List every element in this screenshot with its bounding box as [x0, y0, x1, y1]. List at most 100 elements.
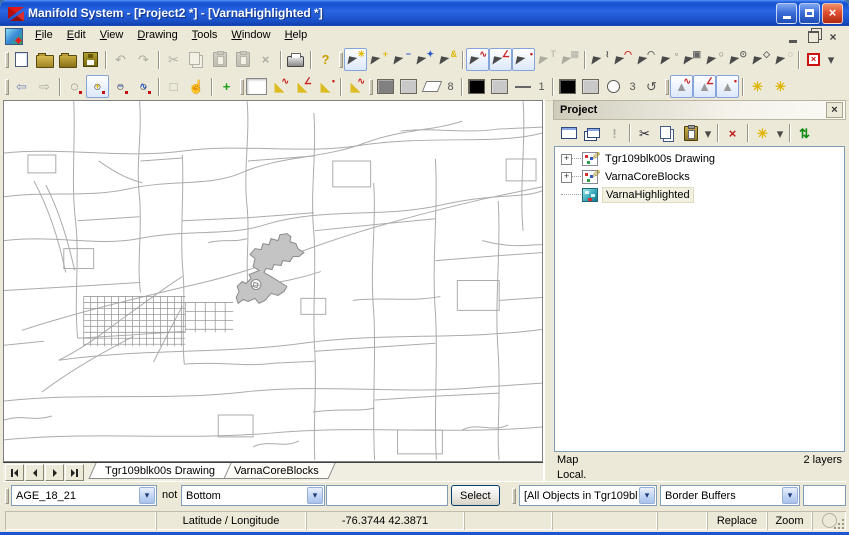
zoom-fit-button[interactable]: ○∿	[132, 75, 155, 98]
select-lasso-areas-button[interactable]: ◤◠	[611, 48, 634, 71]
format-areas-button[interactable]: ◣∿	[268, 75, 291, 98]
snap-button[interactable]: +	[215, 75, 238, 98]
save-button[interactable]	[79, 48, 102, 71]
open-component-button[interactable]	[580, 122, 603, 145]
create-component-dropdown[interactable]: ▾	[774, 122, 786, 145]
copy-button[interactable]	[656, 122, 679, 145]
line-foreground-swatch[interactable]	[465, 75, 488, 98]
area-background-swatch[interactable]	[397, 75, 420, 98]
last-tab-button[interactable]	[65, 464, 84, 481]
area-style-button[interactable]	[420, 75, 443, 98]
forward-button[interactable]: ⇨	[33, 75, 56, 98]
open-button[interactable]	[33, 48, 56, 71]
open-window-button[interactable]	[557, 122, 580, 145]
refresh-button[interactable]: ⇅	[793, 122, 816, 145]
select-poly-button[interactable]: ◤◌	[772, 48, 795, 71]
print-button[interactable]	[284, 48, 307, 71]
back-button[interactable]: ⇦	[10, 75, 33, 98]
create-component-button[interactable]: ✳	[751, 122, 774, 145]
select-add-button[interactable]: ◤+	[367, 48, 390, 71]
select-new-button[interactable]: ◤✳	[344, 48, 367, 71]
toolbar-grip[interactable]	[663, 76, 670, 98]
menu-view[interactable]: View	[93, 26, 131, 46]
toolbar-grip[interactable]	[3, 76, 10, 98]
zoom-box-button[interactable]: □	[162, 75, 185, 98]
next-tab-button[interactable]	[45, 464, 64, 481]
undo-button[interactable]: ↶	[109, 48, 132, 71]
delete-button[interactable]: ×	[721, 122, 744, 145]
line-background-swatch[interactable]	[488, 75, 511, 98]
select-button[interactable]: Select	[451, 485, 500, 506]
zoom-out-button[interactable]: ○−	[109, 75, 132, 98]
expand-plus-icon[interactable]: +	[561, 154, 572, 165]
labels-style-button[interactable]: ✳	[746, 75, 769, 98]
select-points-button[interactable]: ◤•	[512, 48, 535, 71]
toolbar-grip[interactable]	[337, 49, 344, 71]
help-button[interactable]: ?	[314, 48, 337, 71]
zoom-tool-button[interactable]: ◌	[63, 75, 86, 98]
criterion-combobox[interactable]: Bottom ▾	[181, 485, 325, 506]
select-areas-button[interactable]: ◤∿	[466, 48, 489, 71]
format-lines-button[interactable]: ◣∠	[291, 75, 314, 98]
mdi-close-button[interactable]: ×	[826, 30, 840, 43]
labels-style-2-button[interactable]: ✳	[769, 75, 792, 98]
toolbar-grip[interactable]	[367, 76, 374, 98]
paste-button[interactable]	[679, 122, 702, 145]
paste-button[interactable]	[208, 48, 231, 71]
select-lasso-button[interactable]: ◤◠	[634, 48, 657, 71]
format-selection-button[interactable]: ◣∿	[344, 75, 367, 98]
import-button[interactable]	[56, 48, 79, 71]
expand-plus-icon[interactable]: +	[561, 172, 572, 183]
select-circle-areas-button[interactable]: ◤○	[703, 48, 726, 71]
menu-edit[interactable]: Edit	[60, 26, 93, 46]
select-poly-areas-button[interactable]: ◤◇	[749, 48, 772, 71]
style-points-button[interactable]: ▲•	[716, 75, 739, 98]
select-box-areas-button[interactable]: ◤▫	[657, 48, 680, 71]
select-none-button[interactable]: ×	[802, 48, 825, 71]
line-style-button[interactable]	[511, 75, 534, 98]
point-style-button[interactable]	[602, 75, 625, 98]
document-icon[interactable]	[5, 28, 23, 45]
select-subtract-button[interactable]: ◤−	[390, 48, 413, 71]
style-lines-button[interactable]: ▲∠	[693, 75, 716, 98]
scope-combobox[interactable]: [All Objects in Tgr109blk0 ▾	[519, 485, 657, 506]
field-combobox[interactable]: AGE_18_21 ▾	[11, 485, 157, 506]
delete-button[interactable]: ×	[254, 48, 277, 71]
select-touch-button[interactable]: ◤≀	[588, 48, 611, 71]
status-replace-mode[interactable]: Replace	[707, 511, 767, 530]
map-tab-tgr109blk00s-drawing[interactable]: Tgr109blk00s Drawing	[88, 463, 231, 479]
map-tab-varnacoreblocks[interactable]: VarnaCoreBlocks	[218, 463, 336, 479]
menu-window[interactable]: Window	[224, 26, 277, 46]
menu-tools[interactable]: Tools	[185, 26, 225, 46]
cut-button[interactable]: ✂	[633, 122, 656, 145]
toolbar-grip[interactable]	[238, 76, 245, 98]
redo-button[interactable]: ↷	[132, 48, 155, 71]
mdi-restore-button[interactable]	[806, 30, 820, 43]
prev-tab-button[interactable]	[25, 464, 44, 481]
select-circle-button[interactable]: ◤⊙	[726, 48, 749, 71]
toolbar-grip[interactable]	[510, 485, 517, 507]
toolbar-grip[interactable]	[3, 485, 10, 507]
mdi-minimize-button[interactable]	[786, 30, 800, 43]
menu-file[interactable]: File	[28, 26, 60, 46]
project-pane-close-button[interactable]: ×	[826, 102, 843, 118]
select-replace-button[interactable]: ◤✦	[413, 48, 436, 71]
value-input[interactable]	[326, 485, 448, 506]
extra-field[interactable]	[803, 485, 846, 506]
zoom-in-button[interactable]: ○+	[86, 75, 109, 98]
project-pane-header[interactable]: Project ×	[553, 100, 846, 120]
tree-item-tgr109blk00s-drawing[interactable]: +Tgr109blk00s Drawing	[557, 150, 844, 168]
copy-button[interactable]	[185, 48, 208, 71]
rotate-button[interactable]: ↺	[640, 75, 663, 98]
map-background-swatch[interactable]	[245, 75, 268, 98]
menu-drawing[interactable]: Drawing	[130, 26, 184, 46]
chevron-down-icon[interactable]: ▾	[139, 487, 155, 504]
tree-item-varnahighlighted[interactable]: VarnaHighlighted	[557, 186, 844, 204]
select-intersect-button[interactable]: ◤&	[436, 48, 459, 71]
select-labels-button[interactable]: ◤T	[535, 48, 558, 71]
paste-dropdown[interactable]: ▾	[702, 122, 714, 145]
first-tab-button[interactable]	[5, 464, 24, 481]
select-pixels-button[interactable]: ◤▦	[558, 48, 581, 71]
chevron-down-icon[interactable]: ▾	[782, 487, 798, 504]
format-points-button[interactable]: ◣•	[314, 75, 337, 98]
